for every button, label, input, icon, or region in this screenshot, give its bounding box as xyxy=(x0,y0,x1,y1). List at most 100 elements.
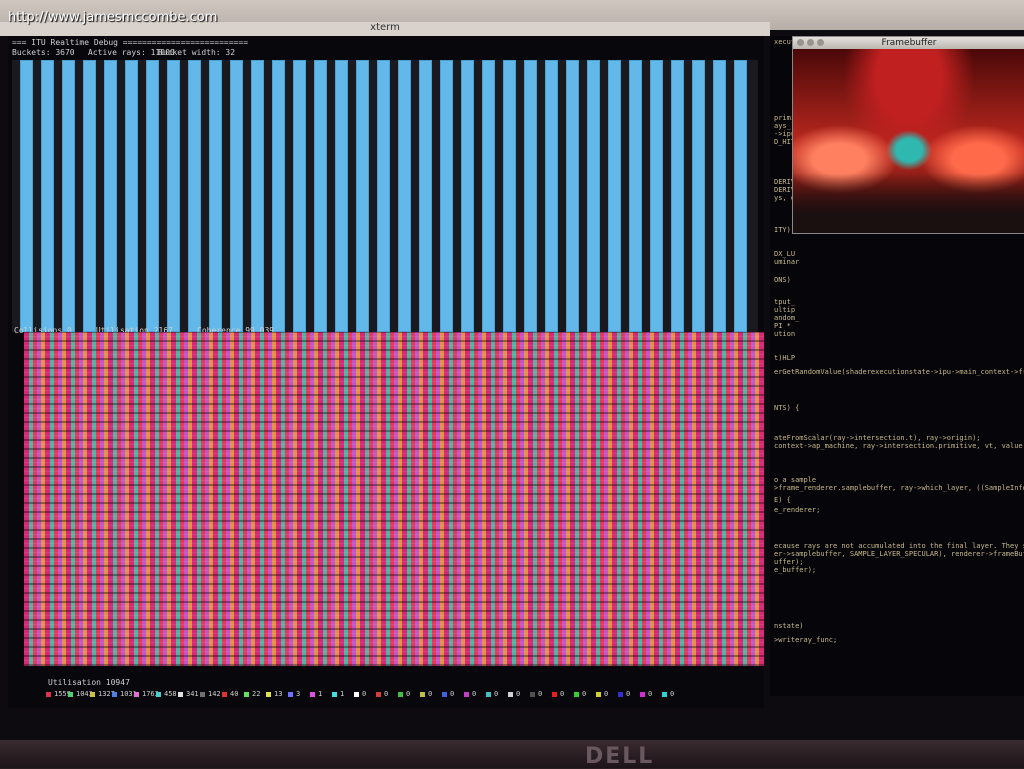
legend-item: 0 xyxy=(530,690,552,698)
legend-value: 40 xyxy=(230,690,239,698)
bucket-column xyxy=(230,60,243,332)
legend-swatch xyxy=(354,691,359,697)
code-line: context->ap_machine, ray->intersection.p… xyxy=(774,442,1024,450)
legend-swatch xyxy=(618,691,623,697)
ray-debug-window[interactable]: === ITU Realtime Debug =================… xyxy=(8,36,764,708)
legend-swatch xyxy=(332,691,337,697)
bucket-column xyxy=(734,60,747,332)
legend-value: 0 xyxy=(648,690,653,698)
bucket-column xyxy=(272,60,285,332)
code-line: nstate) xyxy=(774,622,804,630)
legend-item: 0 xyxy=(662,690,684,698)
code-line: ONS) xyxy=(774,276,791,284)
legend-item: 1763 xyxy=(134,690,159,698)
legend-value: 458 xyxy=(164,690,177,698)
ray-coherence-map xyxy=(24,332,764,666)
framebuffer-titlebar[interactable]: Framebuffer xyxy=(793,37,1024,49)
code-line: tput_ xyxy=(774,298,796,306)
bucket-column xyxy=(335,60,348,332)
bucket-column xyxy=(503,60,516,332)
bucket-column xyxy=(125,60,138,332)
code-line: >writeray_func; xyxy=(774,636,838,644)
bucket-column xyxy=(377,60,390,332)
bucket-column xyxy=(398,60,411,332)
bucket-column xyxy=(83,60,96,332)
legend-item: 0 xyxy=(574,690,596,698)
legend-swatch xyxy=(398,691,403,697)
bucket-column xyxy=(608,60,621,332)
bucket-column xyxy=(629,60,642,332)
code-line: t)HLP xyxy=(774,354,796,362)
legend-item: 0 xyxy=(552,690,574,698)
legend-value: 1 xyxy=(318,690,323,698)
bucket-column xyxy=(566,60,579,332)
legend-item: 0 xyxy=(486,690,508,698)
legend-item: 1327 xyxy=(90,690,115,698)
legend-swatch xyxy=(244,691,249,697)
bucket-column xyxy=(650,60,663,332)
minimize-icon[interactable] xyxy=(807,39,814,46)
bucket-column xyxy=(524,60,537,332)
bucket-column xyxy=(167,60,180,332)
legend-item: 1559 xyxy=(46,690,71,698)
legend-item: 142 xyxy=(200,690,222,698)
code-line: er->samplebuffer, SAMPLE_LAYER_SPECULAR)… xyxy=(774,550,1024,558)
code-line: ateFromScalar(ray->intersection.t), ray-… xyxy=(774,434,981,442)
legend-swatch xyxy=(640,691,645,697)
code-line: uffer); xyxy=(774,558,804,566)
bucket-column xyxy=(188,60,201,332)
bucket-column xyxy=(482,60,495,332)
code-line: e_buffer); xyxy=(774,566,817,574)
legend-swatch xyxy=(442,691,447,697)
legend-item: 0 xyxy=(354,690,376,698)
bucket-column xyxy=(671,60,684,332)
framebuffer-window[interactable]: Framebuffer xyxy=(792,36,1024,234)
dell-logo: DELL xyxy=(585,744,655,769)
legend-swatch xyxy=(156,691,161,697)
watermark-url: http://www.jamesmccombe.com xyxy=(8,10,218,25)
legend-item: 0 xyxy=(596,690,618,698)
code-line: ution xyxy=(774,330,796,338)
legend-value: 341 xyxy=(186,690,199,698)
legend-value: 0 xyxy=(670,690,675,698)
code-line: o a sample xyxy=(774,476,817,484)
legend-value: 0 xyxy=(560,690,565,698)
legend-item: 40 xyxy=(222,690,244,698)
bucket-column xyxy=(104,60,117,332)
legend-swatch xyxy=(222,691,227,697)
legend-swatch xyxy=(552,691,557,697)
code-line: E) { xyxy=(774,496,791,504)
close-icon[interactable] xyxy=(797,39,804,46)
bucket-column xyxy=(692,60,705,332)
framebuffer-title: Framebuffer xyxy=(881,38,937,48)
code-line: erGetRandomValue(shaderexecutionstate->i… xyxy=(774,368,1024,376)
legend-item: 0 xyxy=(618,690,640,698)
legend-item: 1043 xyxy=(68,690,93,698)
legend-value: 13 xyxy=(274,690,283,698)
legend-value: 0 xyxy=(428,690,433,698)
legend-value: 0 xyxy=(626,690,631,698)
bucket-column xyxy=(62,60,75,332)
legend-swatch xyxy=(90,691,95,697)
code-line: ays_ xyxy=(774,122,791,130)
code-line: andom_ xyxy=(774,314,800,322)
code-line: ITY) xyxy=(774,226,791,234)
legend-value: 0 xyxy=(494,690,499,698)
rendered-frame-image xyxy=(793,49,1024,233)
legend-value: 3 xyxy=(296,690,301,698)
legend-item: 0 xyxy=(508,690,530,698)
bucket-column xyxy=(314,60,327,332)
bucket-column xyxy=(545,60,558,332)
legend-value: 0 xyxy=(516,690,521,698)
code-line: PI * xyxy=(774,322,791,330)
legend-swatch xyxy=(46,691,51,697)
legend-item: 0 xyxy=(640,690,662,698)
bucket-visualisation xyxy=(12,60,758,332)
legend-swatch xyxy=(464,691,469,697)
legend-item: 0 xyxy=(464,690,486,698)
legend-item: 0 xyxy=(420,690,442,698)
legend-swatch xyxy=(68,691,73,697)
debug-header-title: === ITU Realtime Debug =================… xyxy=(12,38,249,47)
legend-value: 0 xyxy=(538,690,543,698)
maximize-icon[interactable] xyxy=(817,39,824,46)
